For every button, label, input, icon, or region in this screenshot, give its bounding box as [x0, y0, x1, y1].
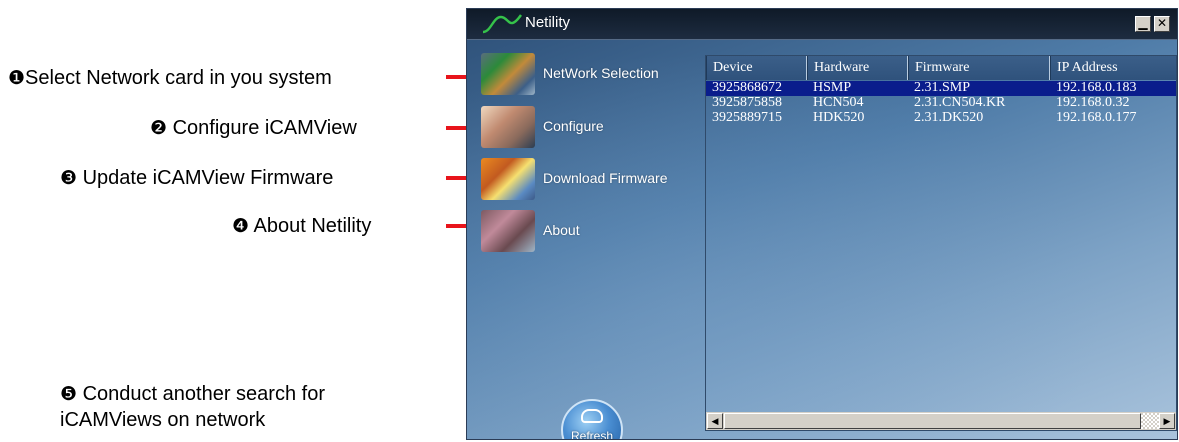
close-button[interactable]: ✕ [1154, 16, 1170, 32]
scrollbar-thumb[interactable] [724, 413, 1141, 429]
annotation-text: Update iCAMView Firmware [82, 167, 334, 189]
annotation-text: About Netility [253, 215, 372, 237]
cell-ip-address: 192.168.0.177 [1056, 110, 1137, 125]
cell-hardware: HSMP [813, 80, 852, 95]
netility-logo-icon [482, 14, 522, 34]
cell-device: 3925875858 [712, 95, 782, 110]
horizontal-scrollbar[interactable]: ◀ ▶ [706, 412, 1176, 430]
annotation-text: Conduct another search for [82, 383, 325, 405]
sidebar-item-label: Download Firmware [543, 170, 668, 186]
table-row[interactable]: 3925868672 HSMP 2.31.SMP 192.168.0.183 [706, 80, 1176, 96]
network-cards-icon [481, 53, 535, 95]
cell-device: 3925868672 [712, 80, 782, 95]
device-list[interactable]: Device Hardware Firmware IP Address 3925… [705, 55, 1177, 431]
annotation-network-selection: ❶Select Network card in you system [8, 66, 332, 91]
annotation-about: ❹ About Netility [232, 214, 371, 239]
column-header-ip-address[interactable]: IP Address [1050, 56, 1176, 80]
annotation-number: ❶ [8, 68, 26, 89]
annotation-refresh: ❺ Conduct another search for [60, 382, 325, 407]
device-list-header: Device Hardware Firmware IP Address [706, 56, 1176, 80]
sidebar-item-label: NetWork Selection [543, 65, 659, 81]
table-row[interactable]: 3925875858 HCN504 2.31.CN504.KR 192.168.… [706, 95, 1176, 111]
annotation-number: ❷ [150, 118, 168, 139]
download-firmware-icon [481, 158, 535, 200]
title-bar[interactable]: Netility ▁ ✕ [467, 9, 1177, 40]
minimize-button[interactable]: ▁ [1135, 16, 1151, 32]
sidebar-item-network-selection[interactable]: NetWork Selection [481, 53, 711, 97]
device-list-body: 3925868672 HSMP 2.31.SMP 192.168.0.183 3… [706, 80, 1176, 126]
annotation-number: ❹ [232, 216, 250, 237]
annotation-refresh-line2: iCAMViews on network [60, 408, 265, 432]
annotation-number: ❸ [60, 168, 78, 189]
cell-ip-address: 192.168.0.32 [1056, 95, 1130, 110]
refresh-label: Refresh [570, 429, 614, 440]
netility-window: Netility ▁ ✕ NetWork Selection Configure… [466, 8, 1178, 440]
refresh-icon [581, 409, 603, 423]
cell-device: 3925889715 [712, 110, 782, 125]
sidebar-item-label: Configure [543, 118, 604, 134]
annotation-configure: ❷ Configure iCAMView [150, 116, 357, 141]
annotation-text: Select Network card in you system [25, 67, 332, 89]
column-header-hardware[interactable]: Hardware [807, 56, 908, 80]
about-icon [481, 210, 535, 252]
annotation-text: iCAMViews on network [60, 409, 266, 431]
sidebar-item-label: About [543, 222, 580, 238]
window-title: Netility [525, 14, 571, 31]
sidebar-item-about[interactable]: About [481, 210, 711, 254]
annotation-download-firmware: ❸ Update iCAMView Firmware [60, 166, 333, 191]
cell-hardware: HCN504 [813, 95, 864, 110]
scrollbar-track[interactable] [1141, 413, 1159, 429]
cell-firmware: 2.31.CN504.KR [914, 95, 1006, 110]
configure-hand-icon [481, 106, 535, 148]
sidebar-item-download-firmware[interactable]: Download Firmware [481, 158, 711, 202]
scroll-left-button[interactable]: ◀ [707, 413, 723, 429]
sidebar-item-configure[interactable]: Configure [481, 106, 711, 150]
annotation-text: Configure iCAMView [172, 117, 357, 139]
cell-ip-address: 192.168.0.183 [1056, 80, 1137, 95]
table-row[interactable]: 3925889715 HDK520 2.31.DK520 192.168.0.1… [706, 110, 1176, 126]
refresh-button[interactable]: Refresh [561, 399, 623, 440]
annotation-number: ❺ [60, 384, 78, 405]
cell-firmware: 2.31.DK520 [914, 110, 984, 125]
column-header-device[interactable]: Device [706, 56, 807, 80]
cell-firmware: 2.31.SMP [914, 80, 971, 95]
cell-hardware: HDK520 [813, 110, 865, 125]
column-header-firmware[interactable]: Firmware [908, 56, 1050, 80]
scroll-right-button[interactable]: ▶ [1159, 413, 1175, 429]
